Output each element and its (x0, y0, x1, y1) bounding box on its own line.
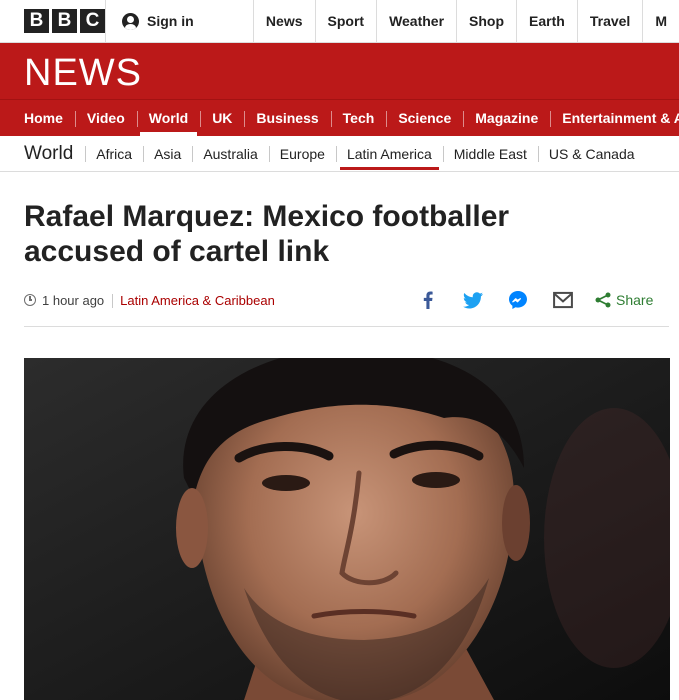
top-nav-news[interactable]: News (254, 0, 316, 42)
bbc-logo-letter: C (80, 9, 105, 33)
article-timestamp: 1 hour ago (42, 293, 105, 308)
share-label: Share (616, 292, 654, 308)
sign-in-button[interactable]: Sign in (106, 0, 254, 42)
sub-nav-africa[interactable]: Africa (85, 136, 143, 171)
top-bar: B B C Sign in News Sport Weather Shop Ea… (0, 0, 679, 43)
facebook-icon[interactable] (418, 290, 438, 310)
share-tools: Share (418, 287, 653, 313)
bbc-logo-letter: B (52, 9, 77, 33)
sub-nav-europe[interactable]: Europe (268, 136, 336, 171)
section-video[interactable]: Video (74, 100, 137, 136)
section-nav: Home Video World UK Business Tech Scienc… (0, 99, 679, 136)
section-magazine[interactable]: Magazine (463, 100, 550, 136)
top-nav-sport[interactable]: Sport (316, 0, 378, 42)
sub-nav-latin-america[interactable]: Latin America (335, 136, 443, 171)
section-tech[interactable]: Tech (330, 100, 387, 136)
email-icon[interactable] (553, 290, 573, 310)
messenger-icon[interactable] (508, 290, 528, 310)
news-banner: NEWS (0, 43, 679, 99)
sub-nav-asia[interactable]: Asia (143, 136, 192, 171)
sub-nav-middle-east[interactable]: Middle East (442, 136, 538, 171)
sub-nav-title[interactable]: World (0, 136, 85, 171)
bbc-logo[interactable]: B B C (0, 0, 106, 42)
sign-in-label: Sign in (147, 13, 194, 29)
top-nav-earth[interactable]: Earth (517, 0, 578, 42)
twitter-icon[interactable] (463, 290, 483, 310)
section-entertainment-arts[interactable]: Entertainment & Arts (550, 100, 679, 136)
section-business[interactable]: Business (244, 100, 330, 136)
clock-icon (24, 294, 36, 306)
share-icon (595, 292, 611, 308)
article-category-link[interactable]: Latin America & Caribbean (120, 293, 275, 308)
top-nav: News Sport Weather Shop Earth Travel M (254, 0, 679, 42)
bbc-logo-letter: B (24, 9, 49, 33)
top-nav-shop[interactable]: Shop (457, 0, 518, 42)
article-headline: Rafael Marquez: Mexico footballer accuse… (24, 200, 510, 268)
section-science[interactable]: Science (386, 100, 463, 136)
news-logo[interactable]: NEWS (24, 52, 142, 95)
world-sub-nav: World Africa Asia Australia Europe Latin… (0, 136, 679, 172)
hero-image (24, 358, 670, 700)
section-home[interactable]: Home (0, 100, 75, 136)
sub-nav-australia[interactable]: Australia (192, 136, 268, 171)
article-meta: 1 hour ago Latin America & Caribbean Sha… (24, 287, 669, 327)
portrait-illustration (24, 358, 670, 700)
sub-nav-us-canada[interactable]: US & Canada (537, 136, 646, 171)
section-uk[interactable]: UK (200, 100, 244, 136)
share-button[interactable]: Share (595, 292, 653, 308)
top-nav-weather[interactable]: Weather (377, 0, 458, 42)
section-world[interactable]: World (136, 100, 200, 136)
user-icon (122, 12, 139, 30)
top-nav-more[interactable]: M (643, 0, 679, 42)
top-nav-travel[interactable]: Travel (578, 0, 644, 42)
meta-divider (112, 294, 114, 308)
